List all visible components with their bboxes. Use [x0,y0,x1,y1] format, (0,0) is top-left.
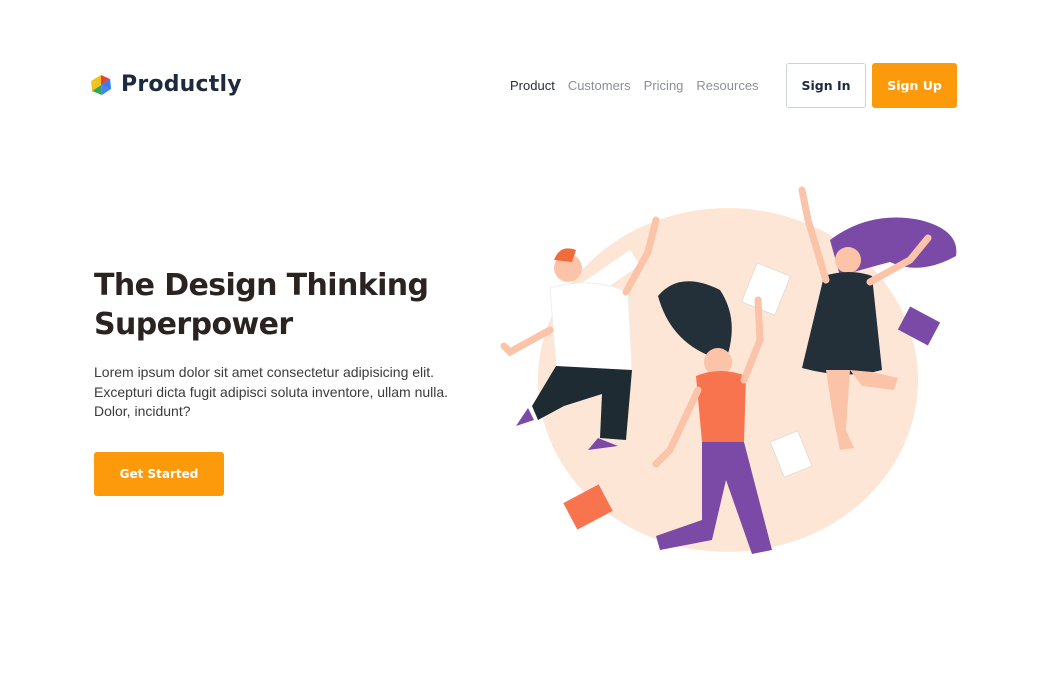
nav-item-product[interactable]: Product [510,78,555,93]
nav-item-customers[interactable]: Customers [568,78,631,93]
brand-logo[interactable]: Productly [89,72,242,97]
hero-title-line-2: Superpower [94,307,293,342]
nav-item-pricing[interactable]: Pricing [644,78,684,93]
main-nav: Product Customers Pricing Resources [510,78,772,93]
sign-up-button[interactable]: Sign Up [872,63,957,108]
hero-title-line-1: The Design Thinking [94,268,429,303]
logo-mark-icon [91,74,111,95]
hero-illustration [500,186,957,554]
nav-item-resources[interactable]: Resources [696,78,758,93]
hero-title: The Design Thinking Superpower [94,266,474,344]
hero-description: Lorem ipsum dolor sit amet consectetur a… [94,364,449,419]
brand-name: Productly [121,72,242,97]
get-started-button[interactable]: Get Started [94,452,224,496]
site-header: Productly Product Customers Pricing Reso… [0,0,1048,170]
sign-in-button[interactable]: Sign In [786,63,866,108]
